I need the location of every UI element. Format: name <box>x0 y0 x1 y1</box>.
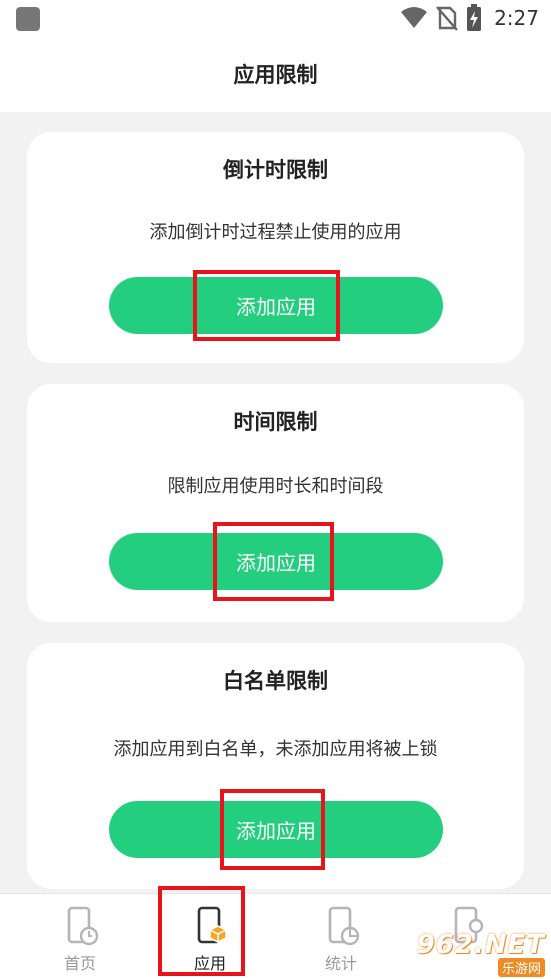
add-app-button-label: 添加应用 <box>236 553 316 575</box>
notification-square-icon <box>16 7 40 31</box>
phone-timer-icon <box>67 906 99 946</box>
status-bar: 2:27 <box>0 0 551 36</box>
add-app-button-label: 添加应用 <box>236 297 316 319</box>
card-title: 倒计时限制 <box>223 158 328 182</box>
phone-chart-icon <box>328 906 360 946</box>
bottom-nav: 首页 应用 统计 <box>0 893 551 979</box>
add-app-button[interactable]: 添加应用 <box>109 801 443 858</box>
phone-app-icon <box>197 906 227 944</box>
whitelist-limit-card: 白名单限制 添加应用到白名单，未添加应用将被上锁 添加应用 <box>27 643 524 889</box>
nav-item-apps[interactable]: 应用 <box>155 894 265 979</box>
add-app-button[interactable]: 添加应用 <box>109 277 443 334</box>
battery-charging-icon <box>467 4 482 31</box>
add-app-button-label: 添加应用 <box>236 821 316 843</box>
add-app-button[interactable]: 添加应用 <box>109 533 443 590</box>
no-sim-icon <box>436 6 458 31</box>
page-title: 应用限制 <box>233 63 318 87</box>
card-description: 添加倒计时过程禁止使用的应用 <box>149 222 402 243</box>
card-description: 添加应用到白名单，未添加应用将被上锁 <box>113 739 438 760</box>
wifi-icon <box>401 7 428 28</box>
card-title: 白名单限制 <box>223 669 328 693</box>
time-limit-card: 时间限制 限制应用使用时长和时间段 添加应用 <box>27 384 524 622</box>
nav-item-settings[interactable] <box>412 894 522 979</box>
nav-item-home[interactable]: 首页 <box>25 894 135 979</box>
screen: 2:27 应用限制 倒计时限制 添加倒计时过程禁止使用的应用 添加应用 时间限制… <box>0 0 551 979</box>
nav-label: 首页 <box>63 954 96 973</box>
app-header: 应用限制 <box>0 36 551 112</box>
countdown-limit-card: 倒计时限制 添加倒计时过程禁止使用的应用 添加应用 <box>27 132 524 363</box>
nav-label: 应用 <box>193 954 226 973</box>
card-description: 限制应用使用时长和时间段 <box>167 476 384 497</box>
nav-label: 统计 <box>324 954 357 973</box>
card-title: 时间限制 <box>233 410 318 434</box>
nav-item-stats[interactable]: 统计 <box>286 894 396 979</box>
status-time: 2:27 <box>494 6 539 30</box>
status-icons: 2:27 <box>400 4 539 32</box>
phone-settings-icon <box>454 906 484 944</box>
